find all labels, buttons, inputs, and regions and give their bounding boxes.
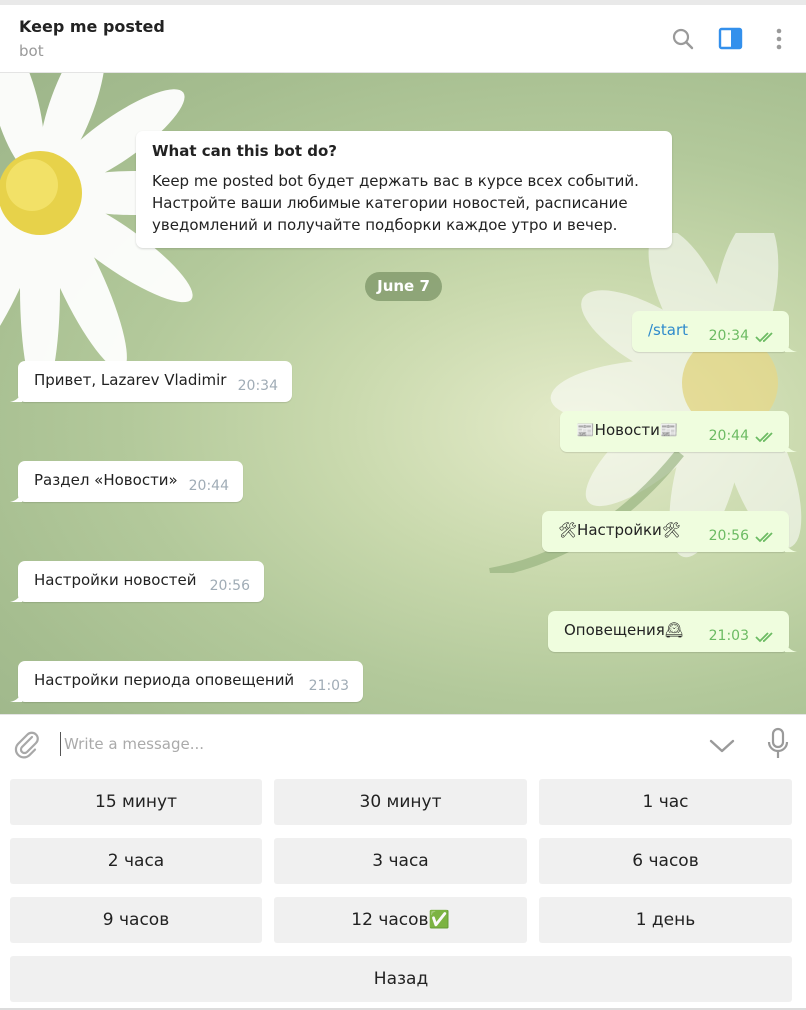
date-separator: June 7	[365, 272, 442, 301]
keyboard-button-9-hours[interactable]: 9 часов	[10, 897, 262, 943]
message-text: Раздел «Новости»	[34, 471, 178, 489]
double-check-icon	[755, 532, 773, 543]
keyboard-button-back[interactable]: Назад	[10, 956, 792, 1002]
bot-info-description: Keep me posted bot будет держать вас в к…	[152, 170, 656, 236]
bubble-tail	[10, 390, 22, 402]
keyboard-button-12-hours[interactable]: 12 часов✅	[274, 897, 527, 943]
message-time: 21:03	[708, 628, 749, 644]
message-text: Оповещения🕰	[564, 621, 684, 639]
chat-header: Keep me posted bot	[0, 5, 806, 73]
message-text[interactable]: /start	[648, 321, 688, 339]
bubble-tail	[10, 490, 22, 502]
incoming-message[interactable]: Раздел «Новости» 20:44	[10, 461, 243, 502]
bot-info-line: Настройте ваши любимые категории новосте…	[152, 194, 628, 212]
bubble-tail	[10, 690, 22, 702]
incoming-message[interactable]: Привет, Lazarev Vladimir 20:34	[10, 361, 292, 402]
bot-info-card: What can this bot do? Keep me posted bot…	[136, 131, 672, 248]
message-input[interactable]	[60, 732, 680, 756]
bubble-tail	[10, 590, 22, 602]
keyboard-button-2-hours[interactable]: 2 часа	[10, 838, 262, 884]
bot-info-line: Keep me posted bot будет держать вас в к…	[152, 172, 639, 190]
more-vertical-icon[interactable]	[765, 25, 793, 53]
keyboard-button-3-hours[interactable]: 3 часа	[274, 838, 527, 884]
message-composer	[0, 714, 806, 772]
bot-info-title: What can this bot do?	[152, 142, 337, 160]
message-text: Настройки новостей	[34, 571, 197, 589]
keyboard-button-1-hour[interactable]: 1 час	[539, 779, 792, 825]
search-icon[interactable]	[669, 25, 697, 53]
chevron-down-icon[interactable]	[708, 733, 736, 757]
message-text: 🛠Настройки🛠	[558, 521, 681, 539]
bubble-tail	[785, 440, 797, 452]
bubble-tail	[785, 640, 797, 652]
microphone-icon[interactable]	[764, 727, 792, 761]
double-check-icon	[755, 632, 773, 643]
message-time: 20:34	[237, 378, 278, 394]
outgoing-message[interactable]: 📰Новости📰 20:44	[560, 411, 797, 452]
message-time: 20:44	[708, 428, 749, 444]
outgoing-message[interactable]: /start 20:34	[632, 311, 797, 352]
bubble-tail	[785, 540, 797, 552]
bot-info-line: уведомлений и получайте подборки каждое …	[152, 216, 618, 234]
message-text: Привет, Lazarev Vladimir	[34, 371, 227, 389]
keyboard-button-15-minutes[interactable]: 15 минут	[10, 779, 262, 825]
bubble-tail	[785, 340, 797, 352]
message-text: 📰Новости📰	[576, 421, 679, 439]
chat-background: What can this bot do? Keep me posted bot…	[0, 73, 806, 714]
message-time: 20:44	[188, 478, 229, 494]
double-check-icon	[755, 432, 773, 443]
incoming-message[interactable]: Настройки новостей 20:56	[10, 561, 264, 602]
outgoing-message[interactable]: 🛠Настройки🛠 20:56	[542, 511, 797, 552]
keyboard-button-30-minutes[interactable]: 30 минут	[274, 779, 527, 825]
message-time: 20:56	[708, 528, 749, 544]
keyboard-button-1-day[interactable]: 1 день	[539, 897, 792, 943]
paperclip-icon[interactable]	[12, 729, 42, 759]
message-text: Настройки периода оповещений	[34, 671, 295, 689]
chat-subtitle: bot	[19, 42, 44, 60]
outgoing-message[interactable]: Оповещения🕰 21:03	[548, 611, 797, 652]
sidebar-toggle-icon[interactable]	[717, 25, 745, 53]
double-check-icon	[755, 332, 773, 343]
chat-title[interactable]: Keep me posted	[19, 17, 165, 36]
message-time: 20:34	[708, 328, 749, 344]
message-time: 21:03	[308, 678, 349, 694]
message-time: 20:56	[209, 578, 250, 594]
incoming-message[interactable]: Настройки периода оповещений 21:03	[10, 661, 363, 702]
keyboard-button-6-hours[interactable]: 6 часов	[539, 838, 792, 884]
